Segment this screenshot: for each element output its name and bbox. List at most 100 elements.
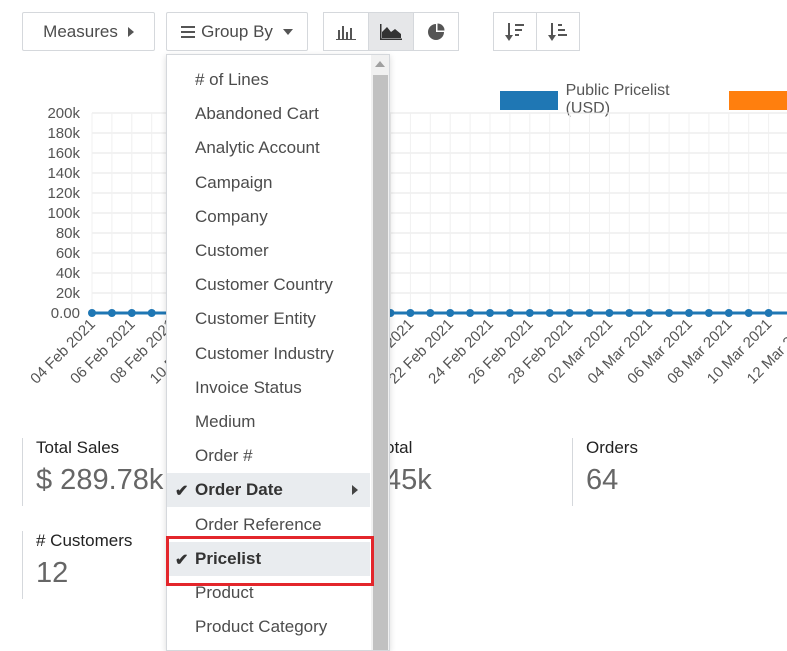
group-by-option-label: Customer Industry (195, 343, 334, 363)
caret-down-icon (282, 28, 293, 35)
group-by-option-abandoned-cart[interactable]: Abandoned Cart (167, 97, 370, 131)
data-point (704, 309, 713, 317)
data-point (665, 309, 674, 317)
y-tick-label: 180k (47, 125, 80, 142)
sort-descending-icon (505, 22, 524, 41)
group-by-button[interactable]: Group By (166, 12, 308, 51)
kpi-total-sales[interactable]: Total Sales $ 289.78k (22, 438, 163, 506)
data-point (446, 309, 455, 317)
caret-right-icon (127, 26, 134, 37)
group-by-option-customer[interactable]: Customer (167, 234, 370, 268)
area-chart-button[interactable] (368, 12, 414, 51)
hamburger-icon (181, 25, 196, 38)
y-tick-label: 40k (56, 265, 81, 282)
group-by-option-customer-industry[interactable]: Customer Industry (167, 337, 370, 371)
kpi-untaxed-total-label: otal (385, 438, 413, 457)
kpi-untaxed-total-value: 45k (385, 464, 432, 496)
data-point (764, 309, 773, 317)
y-tick-label: 20k (56, 285, 81, 302)
bar-chart-icon (336, 25, 356, 40)
measures-button[interactable]: Measures (22, 12, 155, 51)
data-point (107, 309, 116, 317)
kpi-orders-label: Orders (586, 438, 638, 457)
data-point (645, 309, 654, 317)
sort-group (493, 12, 580, 51)
group-by-option-order-date[interactable]: ✔ Order Date (167, 473, 370, 508)
data-point (525, 309, 534, 317)
group-by-option-medium[interactable]: Medium (167, 405, 370, 439)
group-by-option-order[interactable]: Order # (167, 439, 370, 473)
data-point (486, 309, 494, 317)
measures-label: Measures (43, 21, 118, 41)
group-by-option-customer-entity[interactable]: Customer Entity (167, 302, 370, 336)
group-by-option-campaign[interactable]: Campaign (167, 166, 370, 200)
group-by-option-label: Product (195, 583, 254, 602)
y-tick-label: 0.00 (51, 305, 80, 322)
dropdown-scrollbar[interactable] (371, 55, 389, 650)
y-tick-label: 200k (47, 105, 80, 122)
y-tick-label: 60k (56, 245, 81, 262)
group-by-option-label: Pricelist (195, 548, 262, 568)
group-by-option-order-reference[interactable]: Order Reference (167, 508, 370, 542)
y-tick-label: 160k (47, 145, 80, 162)
group-by-option-label: Order # (195, 446, 253, 466)
group-by-option-of-lines[interactable]: # of Lines (167, 63, 370, 97)
chart-type-group (323, 12, 459, 51)
group-by-option-label: Order Date (195, 480, 283, 500)
data-point (466, 309, 475, 317)
sort-ascending-icon (548, 22, 567, 41)
group-by-option-pricelist[interactable]: ✔ Pricelist (167, 541, 370, 576)
group-by-dropdown: # of Lines Abandoned Cart Analytic Account… (166, 54, 390, 651)
y-tick-label: 80k (56, 225, 81, 242)
group-by-option-product[interactable]: Product (167, 576, 370, 610)
sort-descending-button[interactable] (493, 12, 537, 51)
y-tick-label: 120k (47, 185, 80, 202)
data-point (744, 309, 753, 317)
y-tick-label: 140k (47, 165, 80, 182)
data-point (88, 309, 96, 317)
group-by-option-analytic-account[interactable]: Analytic Account (167, 131, 370, 165)
group-by-option-label: Customer Country (195, 275, 333, 295)
kpi-orders[interactable]: Orders 64 (572, 438, 638, 506)
group-by-option-label: Medium (195, 412, 256, 431)
scroll-thumb[interactable] (373, 75, 388, 650)
group-by-option-product-category[interactable]: Product Category (167, 610, 370, 644)
group-by-option-customer-country[interactable]: Customer Country (167, 268, 370, 302)
group-by-option-invoice-status[interactable]: Invoice Status (167, 371, 370, 405)
pie-chart-button[interactable] (413, 12, 459, 51)
sort-ascending-button[interactable] (536, 12, 580, 51)
area-chart: 200k 180k 160k 140k 120k 100k 80k 60k 40k 20k 0.00… (27, 105, 787, 387)
kpi-customers-label: # Customers (36, 531, 133, 550)
data-point (625, 309, 634, 317)
group-by-option-label: Campaign (195, 172, 273, 192)
group-by-option-company[interactable]: Company (167, 200, 370, 234)
group-by-option-label: Invoice Status (195, 377, 302, 397)
submenu-caret-icon (352, 485, 358, 496)
pie-chart-icon (428, 23, 445, 40)
group-by-option-label: Order Reference (195, 514, 322, 534)
data-point (565, 309, 574, 317)
scroll-up-arrow-icon[interactable] (375, 61, 385, 67)
group-by-option-label: Customer (195, 241, 269, 260)
bar-chart-button[interactable] (323, 12, 369, 51)
group-by-option-label: Analytic Account (195, 138, 320, 158)
data-point (505, 309, 514, 317)
kpi-total-sales-label: Total Sales (36, 438, 120, 457)
data-point (127, 309, 136, 317)
data-point (585, 309, 594, 317)
group-by-option-label: Customer Entity (195, 309, 316, 329)
data-point (406, 309, 415, 317)
group-by-option-label: # of Lines (195, 70, 269, 89)
data-point (685, 309, 693, 317)
data-point (545, 309, 554, 317)
checkmark-icon: ✔ (175, 551, 189, 569)
data-point (724, 309, 733, 317)
kpi-customers[interactable]: # Customers 12 (22, 531, 132, 599)
group-by-option-label: Abandoned Cart (195, 104, 319, 124)
group-by-label: Group By (201, 21, 273, 41)
kpi-customers-value: 12 (36, 557, 69, 589)
data-point (605, 309, 614, 317)
data-point (147, 309, 156, 317)
group-by-option-label: Company (195, 206, 268, 226)
kpi-total-sales-value: $ 289.78k (36, 464, 164, 496)
